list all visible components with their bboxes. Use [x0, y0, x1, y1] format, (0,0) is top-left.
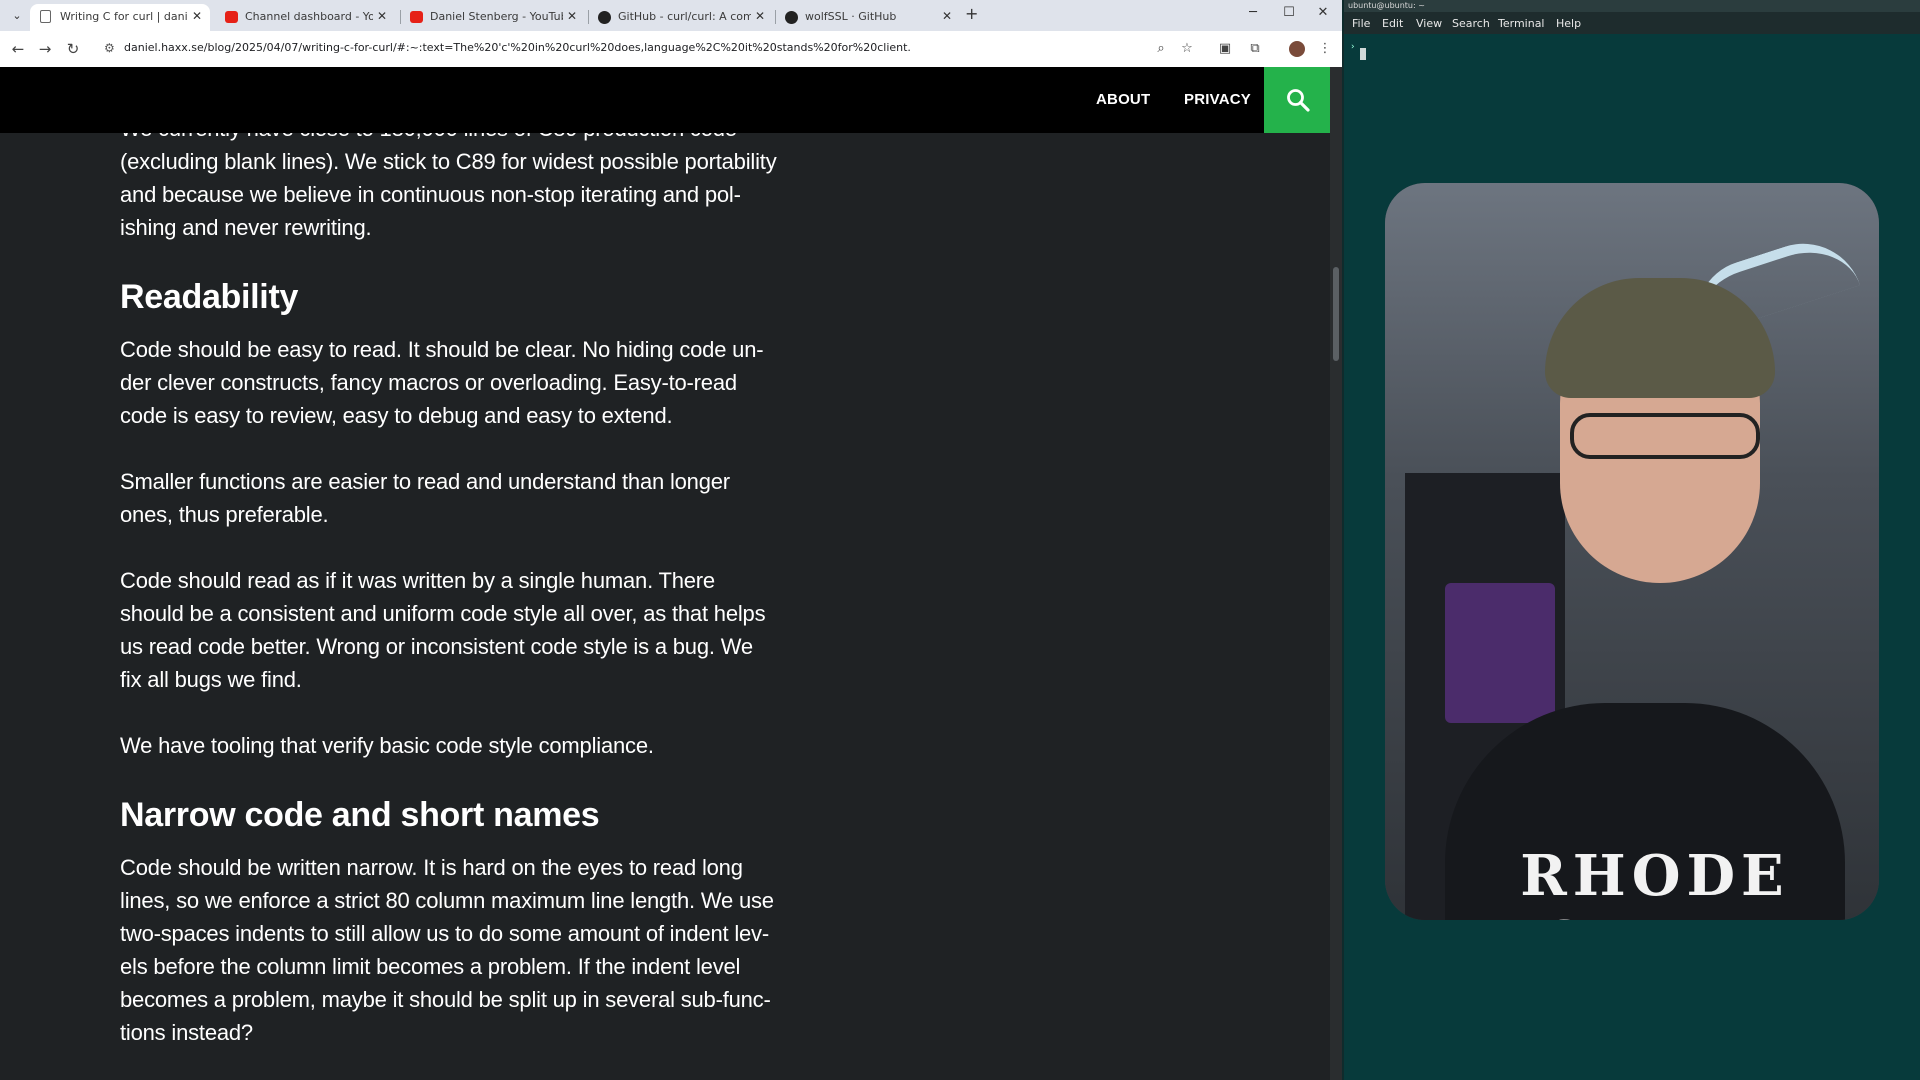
- webcam-overlay: RHODE ISLAND: [1385, 183, 1879, 920]
- close-icon[interactable]: ✕: [192, 4, 202, 29]
- browser-window: ⌄ Writing C for curl | daniel.haxx.se ✕ …: [0, 0, 1342, 1080]
- tab-daniel-stenberg[interactable]: Daniel Stenberg - YouTube ✕: [400, 4, 585, 31]
- article-paragraph: Code should be easy to read. It should b…: [120, 337, 764, 428]
- bookmark-star-icon[interactable]: ☆: [1178, 41, 1196, 56]
- site-header: ABOUT PRIVACY: [0, 67, 1330, 133]
- terminal-title: ubuntu@ubuntu: ~: [1344, 0, 1920, 12]
- forward-icon[interactable]: →: [35, 40, 55, 58]
- menu-terminal[interactable]: Terminal: [1498, 17, 1545, 30]
- tab-strip: ⌄ Writing C for curl | daniel.haxx.se ✕ …: [0, 0, 1342, 31]
- tab-channel-dashboard[interactable]: Channel dashboard - YouTube ✕: [215, 4, 395, 31]
- nav-about-link[interactable]: ABOUT: [1096, 91, 1150, 108]
- tab-search-icon[interactable]: ⌄: [8, 7, 26, 25]
- prompt-icon: ›: [1350, 42, 1356, 52]
- hoodie-lettering: RHODE ISLAND: [1512, 843, 1791, 920]
- search-icon: [1287, 89, 1310, 112]
- github-icon: [785, 11, 798, 24]
- github-icon: [598, 11, 611, 24]
- terminal-cursor: [1360, 48, 1366, 60]
- zoom-icon[interactable]: ⌕: [1152, 41, 1170, 56]
- new-tab-button[interactable]: +: [965, 4, 978, 23]
- extension-icon[interactable]: ▣: [1216, 41, 1234, 56]
- back-icon[interactable]: ←: [8, 40, 28, 58]
- url-text[interactable]: daniel.haxx.se/blog/2025/04/07/writing-c…: [124, 41, 911, 54]
- maximize-icon[interactable]: ☐: [1274, 5, 1304, 20]
- tab-writing-c-for-curl[interactable]: Writing C for curl | daniel.haxx.se ✕: [30, 4, 210, 31]
- profile-avatar[interactable]: [1289, 41, 1305, 57]
- site-info-icon[interactable]: ⚙: [104, 41, 115, 55]
- menu-help[interactable]: Help: [1556, 17, 1581, 30]
- article-paragraph: Smaller functions are easier to read and…: [120, 469, 730, 527]
- browser-toolbar: ← → ↻ ⚙ daniel.haxx.se/blog/2025/04/07/w…: [0, 31, 1342, 67]
- close-icon[interactable]: ✕: [377, 4, 387, 29]
- menu-file[interactable]: File: [1352, 17, 1370, 30]
- background-object: [1445, 583, 1555, 723]
- scrollbar-thumb[interactable]: [1333, 267, 1339, 361]
- menu-view[interactable]: View: [1416, 17, 1442, 30]
- menu-edit[interactable]: Edit: [1382, 17, 1403, 30]
- person-glasses: [1570, 413, 1760, 459]
- article-paragraph: Code should be written narrow. It is har…: [120, 855, 774, 1045]
- close-icon[interactable]: ✕: [755, 4, 765, 29]
- section-heading-readability: Readability: [120, 278, 299, 316]
- terminal-menubar: File Edit View Search Terminal Help: [1344, 12, 1920, 34]
- close-window-icon[interactable]: ✕: [1308, 5, 1338, 20]
- address-bar[interactable]: ⚙ daniel.haxx.se/blog/2025/04/07/writing…: [100, 35, 1190, 63]
- menu-kebab-icon[interactable]: ⋮: [1316, 41, 1334, 56]
- nav-privacy-link[interactable]: PRIVACY: [1184, 91, 1251, 108]
- close-icon[interactable]: ✕: [567, 4, 577, 29]
- section-heading-narrow-code: Narrow code and short names: [120, 796, 600, 834]
- tab-wolfssl-github[interactable]: wolfSSL · GitHub ✕: [775, 4, 960, 31]
- reload-icon[interactable]: ↻: [63, 40, 83, 58]
- article-paragraph: Code should read as if it was written by…: [120, 568, 766, 692]
- close-icon[interactable]: ✕: [942, 4, 952, 29]
- tab-github-curl[interactable]: GitHub - curl/curl: A command ✕: [588, 4, 773, 31]
- doc-icon: [40, 10, 51, 23]
- youtube-icon: [225, 11, 238, 23]
- youtube-icon: [410, 11, 423, 23]
- page-scrollbar[interactable]: [1330, 67, 1342, 1080]
- minimize-icon[interactable]: ─: [1238, 5, 1268, 20]
- site-search-button[interactable]: [1264, 67, 1330, 133]
- menu-search[interactable]: Search: [1452, 17, 1490, 30]
- article-content: We currently have close to 180,000 lines…: [120, 115, 780, 1080]
- article-paragraph: We have tooling that verify basic code s…: [120, 733, 654, 758]
- extensions-puzzle-icon[interactable]: ⧉: [1246, 41, 1264, 56]
